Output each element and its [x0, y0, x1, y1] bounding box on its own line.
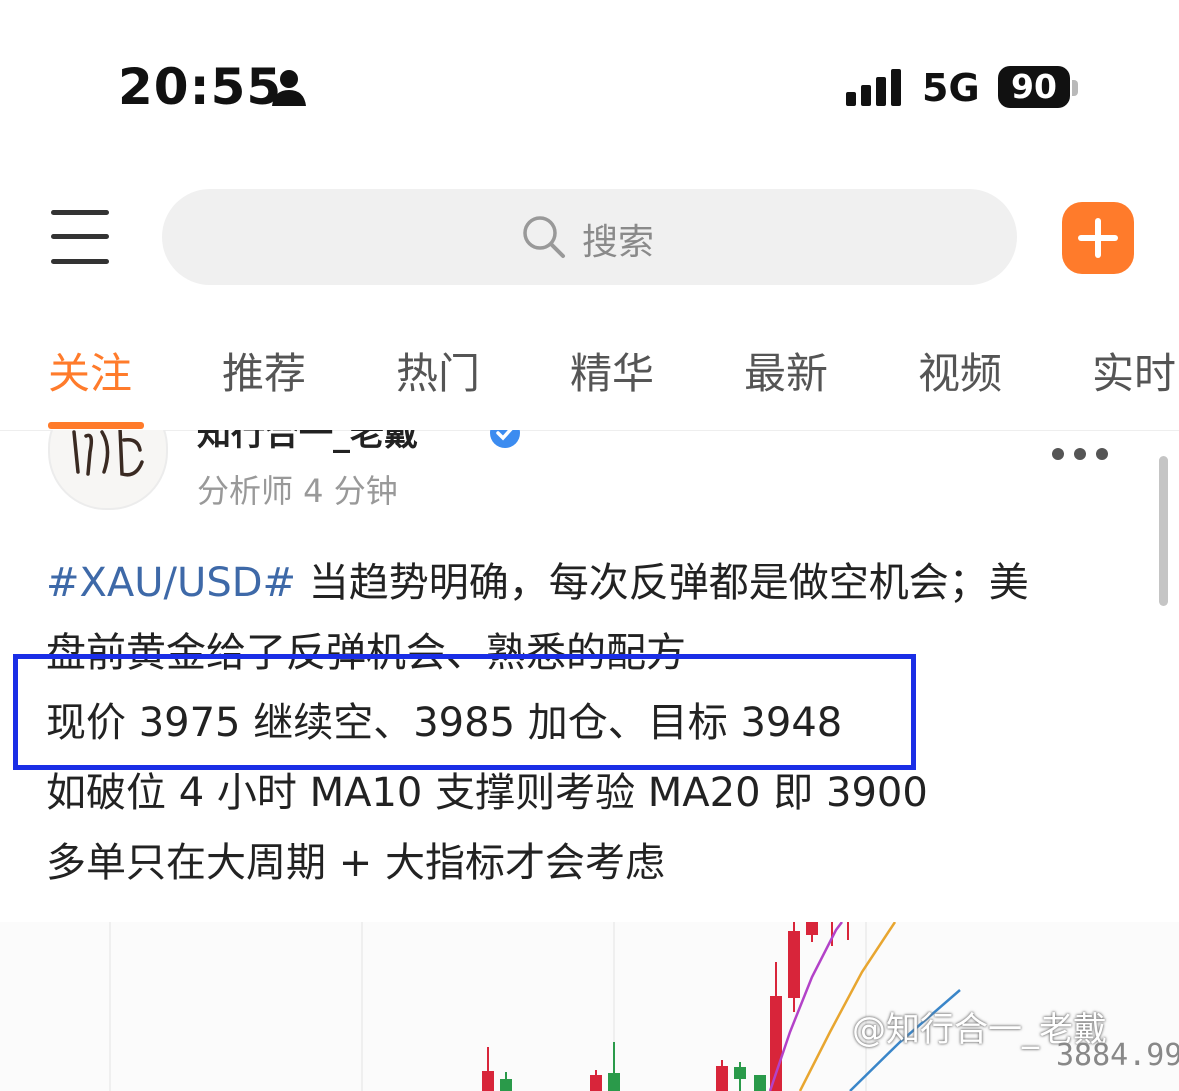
- tab-recommended[interactable]: 推荐: [222, 340, 306, 401]
- chart-image[interactable]: @知行合一_老戴 3884.99: [0, 922, 1179, 1091]
- avatar[interactable]: [48, 430, 168, 510]
- tab-following[interactable]: 关注: [48, 340, 132, 401]
- search-icon: [520, 213, 568, 265]
- tab-bar: 关注 推荐 热门 精华 最新 视频 实时: [0, 312, 1179, 431]
- author-name[interactable]: 知行合一_老戴: [197, 430, 418, 455]
- battery-level: 90: [998, 66, 1070, 108]
- tab-hot[interactable]: 热门: [396, 340, 480, 401]
- menu-button[interactable]: [48, 208, 114, 266]
- tab-indicator: [48, 422, 144, 429]
- tab-realtime[interactable]: 实时: [1092, 340, 1176, 401]
- status-time: 20:55: [118, 58, 283, 116]
- verified-icon: [488, 430, 522, 454]
- chart-price-label: 3884.99: [1056, 1038, 1179, 1073]
- person-icon: [270, 68, 308, 112]
- signal-icon: [846, 68, 906, 112]
- post-meta: 分析师 4 分钟: [197, 472, 398, 510]
- tab-featured[interactable]: 精华: [570, 340, 654, 401]
- network-type: 5G: [922, 66, 980, 110]
- tab-latest[interactable]: 最新: [744, 340, 828, 401]
- hashtag-link[interactable]: #XAU/USD#: [46, 560, 296, 606]
- add-button[interactable]: [1062, 202, 1134, 274]
- tab-video[interactable]: 视频: [918, 340, 1002, 401]
- add-icon: [1078, 218, 1118, 258]
- post-line-1: #XAU/USD# 当趋势明确，每次反弹都是做空机会；美: [46, 560, 1029, 606]
- scrollbar[interactable]: [1159, 456, 1168, 606]
- more-options-button[interactable]: [1050, 444, 1110, 466]
- search-bar[interactable]: 搜索: [162, 189, 1017, 285]
- post-card[interactable]: 知行合一_老戴 分析师 4 分钟 #XAU/USD# 当趋势明确，每次反弹都是做…: [0, 430, 1179, 1091]
- battery-cap: [1072, 80, 1078, 96]
- search-placeholder: 搜索: [582, 222, 655, 263]
- highlight-box: [13, 654, 916, 770]
- status-bar: 20:55 5G 90: [0, 0, 1179, 150]
- post-line-5: 多单只在大周期 + 大指标才会考虑: [46, 840, 665, 886]
